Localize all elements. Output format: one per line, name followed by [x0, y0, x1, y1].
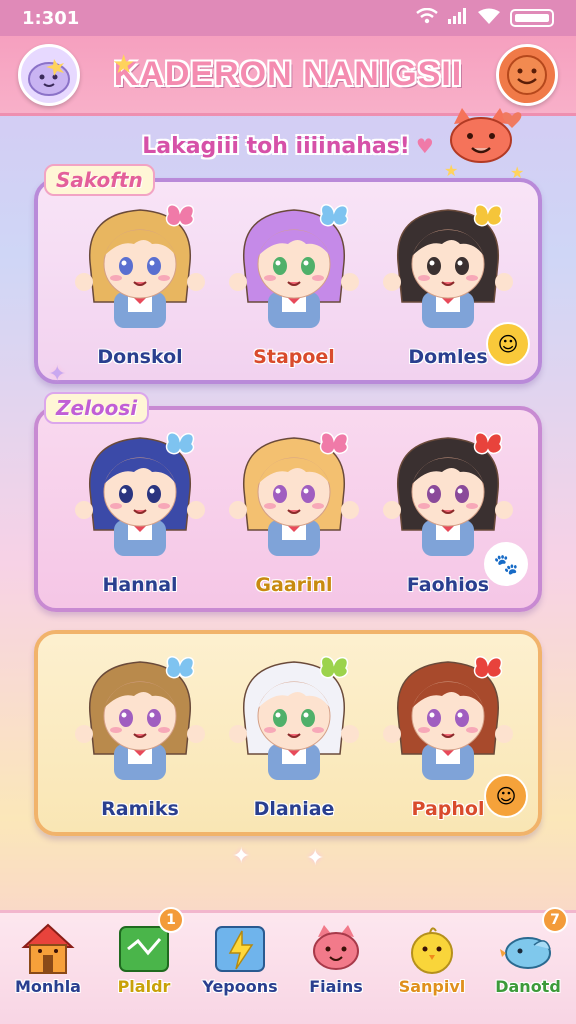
house-icon [18, 919, 78, 979]
character-card[interactable]: Ramiks [60, 644, 220, 834]
nav-label: Plaldr [117, 977, 171, 996]
emoji-badge-icon: ☺ [484, 774, 528, 818]
menu-button[interactable] [496, 43, 558, 106]
character-card[interactable]: Donskol [60, 192, 220, 382]
chibi-character-portrait [383, 204, 513, 328]
nav-label: Sanpivl [398, 977, 466, 996]
paw-badge-icon: 🐾 [484, 542, 528, 586]
nav-label: Monhla [15, 977, 81, 996]
signal-icon [448, 7, 468, 29]
status-time: 1:301 [22, 7, 80, 29]
chibi-character-portrait [229, 204, 359, 328]
character-card[interactable]: Stapoel [214, 192, 374, 382]
heart-icon: ♥ [415, 134, 434, 158]
profile-mascot-button[interactable] [18, 43, 80, 106]
nav-item-fiains[interactable]: Fiains [288, 913, 384, 1023]
chibi-character-portrait [383, 656, 513, 780]
status-bar: 1:301 [0, 0, 576, 36]
notification-badge: 7 [542, 907, 568, 933]
chick-icon [402, 919, 462, 979]
nav-item-yepoons[interactable]: Yepoons [192, 913, 288, 1023]
character-card[interactable]: Hannal [60, 420, 220, 610]
character-name: Dlaniae [253, 798, 335, 820]
subtitle-text: Lakagiii toh iiiinahas! [142, 133, 410, 159]
cat-mascot-icon: ★ ★ [444, 108, 524, 182]
battery-icon [510, 9, 554, 27]
character-panel: Ramiks Dlaniae Paphol ☺ [34, 630, 542, 836]
character-name: Hannal [102, 574, 178, 596]
star-icon: ★ [112, 50, 136, 80]
nav-item-sanpivl[interactable]: Sanpivl [384, 913, 480, 1023]
character-panel: Sakoftn Donskol Stapoel Domles ☺ [34, 164, 542, 384]
chibi-character-portrait [75, 204, 205, 328]
character-card[interactable]: Gaarinl [214, 420, 374, 610]
character-card[interactable]: Dlaniae [214, 644, 374, 834]
nav-label: Danotd [495, 977, 561, 996]
sparkle-icon: ✦ [232, 844, 251, 869]
nav-label: Yepoons [202, 977, 278, 996]
nav-label: Fiains [309, 977, 363, 996]
sparkle-icon: ✦ [306, 846, 325, 871]
nav-item-plaldr[interactable]: 1 Plaldr [96, 907, 192, 1023]
character-name: Gaarinl [255, 574, 333, 596]
character-name: Stapoel [253, 346, 335, 368]
wifi-icon [416, 7, 438, 29]
lightning-card-icon [210, 919, 270, 979]
nav-item-danotd[interactable]: 7 Danotd [480, 907, 576, 1023]
nav-item-monhla[interactable]: Monhla [0, 913, 96, 1023]
chibi-character-portrait [75, 432, 205, 556]
smiley-face-icon [507, 54, 547, 95]
chibi-character-portrait [229, 432, 359, 556]
pet-icon [306, 919, 366, 979]
sparkle-icon: ✦ [48, 362, 67, 387]
header-bar: ★ KADERON NANIGSII [0, 36, 576, 116]
character-name: Donskol [97, 346, 183, 368]
chibi-character-portrait [229, 656, 359, 780]
notification-badge: 1 [158, 907, 184, 933]
emoji-badge-icon: ☺ [486, 322, 530, 366]
status-icons [416, 7, 554, 29]
chibi-character-portrait [75, 656, 205, 780]
wifi-strong-icon [478, 8, 500, 29]
bottom-nav: Monhla 1 Plaldr Yepoons Fiains Sanpivl 7 Danotd [0, 907, 576, 1024]
character-panel: Zeloosi Hannal Gaarinl Faohios 🐾 [34, 392, 542, 612]
character-name: Ramiks [101, 798, 179, 820]
ghost-mascot-icon [28, 58, 70, 96]
app-title: KADERON NANIGSII [113, 55, 463, 93]
